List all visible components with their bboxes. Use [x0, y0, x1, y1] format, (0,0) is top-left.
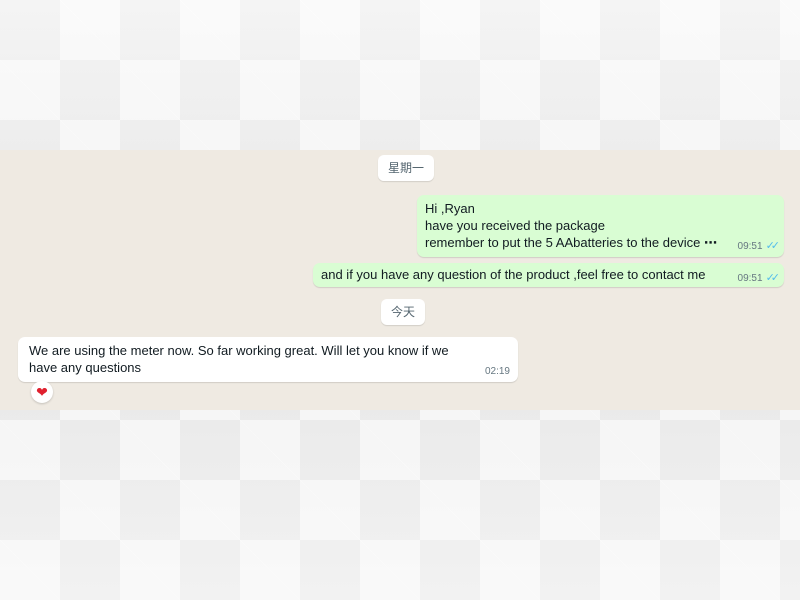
message-meta: 02:19 [485, 366, 510, 377]
outgoing-message[interactable]: and if you have any question of the prod… [313, 263, 784, 287]
more-dots-icon: ⋯ [703, 235, 717, 250]
date-separator-monday: 星期一 [378, 155, 435, 181]
message-text-line: We are using the meter now. So far worki… [29, 343, 449, 358]
message-meta: 09:51 ✓✓ [737, 239, 781, 252]
message-time: 09:51 [737, 241, 763, 252]
message-text-line: have any questions [29, 360, 142, 375]
message-text-line: and if you have any question of the prod… [321, 267, 706, 282]
message-text-line: Hi ,Ryan [425, 201, 475, 216]
message-text: remember to put the 5 AAbatteries to the… [425, 235, 701, 250]
double-check-icon: ✓✓ [765, 240, 781, 252]
reaction-badge[interactable]: ❤ [31, 381, 53, 403]
date-separator-label: 星期一 [388, 161, 425, 175]
incoming-message[interactable]: We are using the meter now. So far worki… [18, 337, 518, 382]
message-text-line: have you received the package [425, 218, 605, 233]
message-text-line: remember to put the 5 AAbatteries to the… [425, 234, 776, 251]
date-separator-label: 今天 [391, 305, 416, 319]
message-meta: 09:51 ✓✓ [737, 271, 781, 284]
double-check-icon: ✓✓ [765, 272, 781, 284]
message-time: 09:51 [737, 273, 763, 284]
message-time: 02:19 [484, 366, 510, 377]
chat-panel: 星期一 Hi ,Ryan have you received the packa… [0, 150, 800, 410]
red-heart-icon: ❤ [36, 384, 48, 400]
date-separator-today: 今天 [381, 299, 426, 325]
outgoing-message[interactable]: Hi ,Ryan have you received the package r… [417, 195, 784, 257]
